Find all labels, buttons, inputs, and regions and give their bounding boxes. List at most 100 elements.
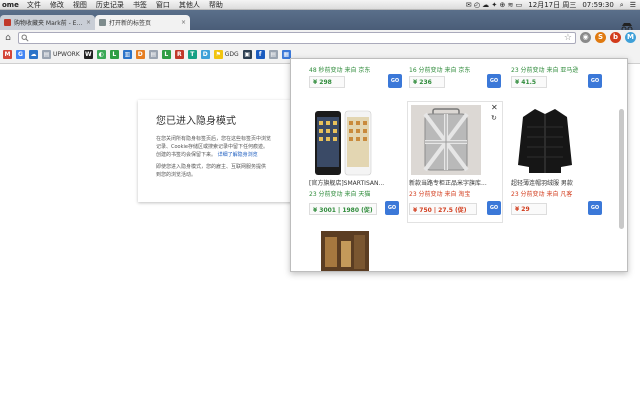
- incognito-text: 在您关闭所有隐身标签页后，您在这些标签页中浏览: [156, 136, 272, 142]
- bookmark-page-icon: ▤: [42, 50, 51, 59]
- item-title[interactable]: 超轻薄连帽羽绒服 男款: [511, 178, 587, 187]
- menu-people[interactable]: 其他人: [179, 0, 200, 10]
- product-partial-image[interactable]: [321, 231, 369, 272]
- bookmark-green1[interactable]: ◐: [96, 50, 106, 60]
- extension-mark-icon[interactable]: M: [625, 32, 636, 43]
- incognito-title: 您已进入隐身模式: [156, 116, 236, 127]
- home-icon[interactable]: ⌂: [3, 33, 13, 43]
- popup-scrollbar[interactable]: [619, 109, 624, 229]
- bookmark-label: UPWORK: [53, 51, 80, 58]
- bookmark-page[interactable]: ▤ UPWORK: [42, 50, 80, 60]
- menu-bookmarks[interactable]: 书签: [133, 0, 147, 10]
- menu-bar: ome 文件 修改 视图 历史记录 书签 窗口 其他人 帮助 ✉ ◴ ☁ ✦ ⊕…: [0, 0, 640, 10]
- go-button[interactable]: GO: [388, 74, 402, 88]
- tab-new-tab[interactable]: 打开新的标签页 ×: [95, 15, 190, 30]
- bookmark-dark[interactable]: ▣: [242, 50, 252, 60]
- menu-view[interactable]: 视图: [73, 0, 87, 10]
- search-icon[interactable]: ⌕: [620, 1, 624, 10]
- bookmark-d[interactable]: D: [135, 50, 145, 60]
- menu-history[interactable]: 历史记录: [96, 0, 124, 10]
- go-button[interactable]: GO: [588, 201, 602, 215]
- item-title[interactable]: 新款当路专柜正品米字旗库...: [409, 178, 495, 187]
- bookmark-t[interactable]: T: [187, 50, 197, 60]
- star-icon[interactable]: ☆: [564, 33, 572, 43]
- item-price: ¥ 236: [409, 76, 445, 88]
- bookmark-d2[interactable]: D: [200, 50, 210, 60]
- bookmark-blue[interactable]: ☁: [29, 50, 38, 60]
- go-button[interactable]: GO: [487, 74, 501, 88]
- close-icon[interactable]: ✕: [491, 103, 498, 112]
- bookmark-gray-icon: ▤: [148, 50, 158, 59]
- bookmark-gmail-icon: M: [3, 50, 12, 59]
- incognito-paragraph-2: 即使您进入隐身模式，您的雇主、互联网服务提供 到您的浏览活动。: [156, 163, 290, 179]
- tab-extension[interactable]: 购物收藏夹 Mark前 - Edit扩展 ×: [0, 15, 95, 30]
- extension-gray-icon[interactable]: ◉: [580, 32, 591, 43]
- go-button[interactable]: GO: [588, 74, 602, 88]
- bookmark-gray[interactable]: ▤: [148, 50, 158, 60]
- incognito-message: 您已进入隐身模式 在您关闭所有隐身标签页后，您在这些标签页中浏览 记录、Cook…: [138, 100, 308, 202]
- extension-orange-icon[interactable]: S: [595, 32, 606, 43]
- item-price: ¥ 750 | 27.5 (促): [409, 203, 477, 215]
- browser-toolbar: ⌂ ☆ ◉ S b M ≡: [0, 30, 640, 46]
- bookmark-page2-icon: ▤: [268, 50, 278, 59]
- bookmark-flag-icon: ⚑: [213, 50, 223, 59]
- menu-edit[interactable]: 修改: [50, 0, 64, 10]
- refresh-icon[interactable]: ↻: [491, 114, 497, 122]
- bookmark-t-icon: T: [187, 50, 197, 59]
- extension-red-icon[interactable]: b: [610, 32, 621, 43]
- bookmark-w-icon: W: [83, 50, 93, 59]
- menu-time[interactable]: 07:59:30: [582, 1, 613, 9]
- address-input[interactable]: [31, 33, 575, 43]
- incognito-text: 记录、Cookie存储区或搜索记录中留下任何痕迹。: [156, 144, 268, 150]
- item-meta: 23 分前变动 来自 凡客: [511, 191, 573, 198]
- product-phone-image[interactable]: [313, 107, 373, 179]
- go-button[interactable]: GO: [487, 201, 501, 215]
- incognito-paragraph-1: 在您关闭所有隐身标签页后，您在这些标签页中浏览 记录、Cookie存储区或搜索记…: [156, 135, 290, 159]
- bookmark-r-icon: R: [174, 50, 184, 59]
- bookmark-f-icon: f: [255, 50, 265, 59]
- tab-strip: 购物收藏夹 Mark前 - Edit扩展 × 打开新的标签页 ×: [0, 10, 640, 32]
- bookmark-google[interactable]: G: [16, 50, 25, 60]
- bookmark-l2-icon: L: [161, 50, 171, 59]
- item-meta: 23 分前变动 来自 亚马逊: [511, 67, 579, 74]
- close-icon[interactable]: ×: [86, 19, 91, 26]
- go-button[interactable]: GO: [385, 201, 399, 215]
- bookmark-f[interactable]: f: [255, 50, 265, 60]
- tab-favicon-icon: [99, 19, 106, 26]
- bookmark-bar[interactable]: ▥: [122, 50, 132, 60]
- bookmark-d2-icon: D: [200, 50, 210, 59]
- bookmark-d-icon: D: [135, 50, 145, 59]
- bookmark-google-icon: G: [16, 50, 25, 59]
- learn-more-link[interactable]: 详细了解隐身浏览: [218, 152, 258, 158]
- bookmark-gmail[interactable]: M: [3, 50, 12, 60]
- bookmark-page2[interactable]: ▤: [268, 50, 278, 60]
- bookmark-r[interactable]: R: [174, 50, 184, 60]
- item-price: ¥ 298: [309, 76, 345, 88]
- bookmark-bar-icon: ▥: [122, 50, 132, 59]
- menu-file[interactable]: 文件: [27, 0, 41, 10]
- bookmark-l[interactable]: L: [109, 50, 119, 60]
- item-meta: 23 分前变动 来自 天猫: [309, 191, 371, 198]
- address-bar[interactable]: ☆: [18, 32, 576, 44]
- menu-date[interactable]: 12月17日 周三: [528, 0, 576, 10]
- bookmark-dark-icon: ▣: [242, 50, 252, 59]
- menu-app-name[interactable]: ome: [2, 1, 19, 9]
- price-tracker-popup: 48 秒前变动 来自 京东 ¥ 298 GO 16 分前变动 来自 京东 ¥ 2…: [290, 58, 628, 272]
- item-meta: 23 分前变动 来自 淘宝: [409, 191, 471, 198]
- menu-status-area: ✉ ◴ ☁ ✦ ⊕ ≋ ▭ 12月17日 周三 07:59:30 ⌕ ☰: [466, 0, 636, 10]
- list-icon[interactable]: ☰: [630, 1, 636, 9]
- menu-help[interactable]: 帮助: [209, 0, 223, 10]
- product-jacket-image[interactable]: [517, 105, 573, 175]
- bookmark-l2[interactable]: L: [161, 50, 171, 60]
- bookmark-flag[interactable]: ⚑ GDG: [213, 50, 239, 60]
- menu-window[interactable]: 窗口: [156, 0, 170, 10]
- item-price: ¥ 29: [511, 203, 547, 215]
- item-title[interactable]: [官方旗舰店]SMARTISAN...: [309, 178, 391, 187]
- bookmark-w[interactable]: W: [83, 50, 93, 60]
- incognito-text: 创建的书签均会保留下来。: [156, 152, 217, 158]
- item-meta: 16 分前变动 来自 京东: [409, 67, 471, 74]
- product-suitcase-image[interactable]: [411, 105, 481, 175]
- incognito-text: 即使您进入隐身模式，您的雇主、互联网服务提供: [156, 164, 267, 170]
- status-icons[interactable]: ✉ ◴ ☁ ✦ ⊕ ≋ ▭: [466, 1, 523, 9]
- close-icon[interactable]: ×: [181, 19, 186, 26]
